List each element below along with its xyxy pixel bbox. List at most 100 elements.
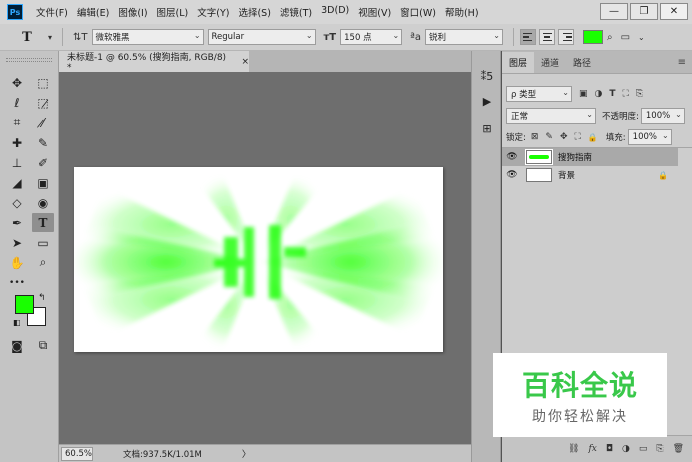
chevron-down-icon: ⌄ — [493, 31, 500, 40]
lock-position-icon[interactable]: ✥ — [560, 132, 568, 142]
character-panel-icon[interactable]: ▭ — [621, 32, 630, 43]
history-panel-icon[interactable]: ⁑5 — [480, 69, 494, 83]
chevron-down-icon: ⌄ — [661, 131, 669, 140]
zoom-level-field[interactable]: 60.5% — [61, 446, 93, 461]
document-tab[interactable]: 未标题-1 @ 60.5% (搜狗指南, RGB/8) * × — [59, 51, 249, 73]
restore-button[interactable]: ❐ — [630, 3, 658, 20]
lock-all-icon[interactable]: 🔒 — [588, 133, 598, 142]
link-layers-icon[interactable]: ⛓ — [568, 444, 579, 454]
blend-mode-select[interactable]: 正常 ⌄ — [506, 108, 596, 124]
quick-mask-icon[interactable]: ◙ — [6, 336, 28, 355]
rectangle-tool-icon[interactable]: ▭ — [32, 233, 54, 252]
history-brush-tool-icon[interactable]: ✐ — [32, 153, 54, 172]
menu-help[interactable]: 帮助(H) — [445, 5, 479, 19]
menu-type[interactable]: 文字(Y) — [197, 5, 229, 19]
properties-panel-icon[interactable]: ⊞ — [480, 121, 494, 135]
canvas-area[interactable] — [59, 72, 471, 444]
menu-filter[interactable]: 滤镜(T) — [280, 5, 312, 19]
close-tab-icon[interactable]: × — [241, 57, 249, 67]
font-family-value: 微软雅黑 — [95, 33, 130, 43]
menu-edit[interactable]: 编辑(E) — [77, 5, 109, 19]
layer-filter-kind-select[interactable]: ρ 类型 ⌄ — [506, 86, 572, 102]
tab-layers[interactable]: 图层 — [502, 52, 535, 73]
new-group-icon[interactable]: ▭ — [639, 444, 648, 454]
chevron-down-icon: ⌄ — [392, 31, 400, 40]
layer-style-icon[interactable]: fx — [588, 444, 596, 454]
lock-transparent-icon[interactable]: ⊠ — [531, 132, 539, 142]
healing-brush-tool-icon[interactable]: ✚ — [6, 133, 28, 152]
smart-object-filter-icon[interactable]: ⎘ — [636, 89, 643, 99]
pen-tool-icon[interactable]: ✒ — [6, 213, 28, 232]
tab-paths[interactable]: 路径 — [566, 52, 598, 73]
delete-layer-icon[interactable]: 🗑 — [673, 444, 684, 454]
layer-row-background[interactable]: 👁 背景 🔒 — [502, 166, 678, 184]
chevron-down-icon[interactable]: ▾ — [48, 33, 52, 42]
layer-thumbnail — [525, 149, 553, 165]
status-menu-arrow-icon[interactable]: 〉 — [242, 447, 251, 460]
adjustment-layer-icon[interactable]: ◑ — [622, 444, 630, 454]
menu-3d[interactable]: 3D(D) — [321, 5, 349, 19]
fill-field[interactable]: 100% ⌄ — [627, 129, 672, 145]
crop-tool-icon[interactable]: ⌗ — [6, 113, 28, 132]
tab-channels[interactable]: 通道 — [534, 52, 566, 73]
quick-selection-tool-icon[interactable]: ⬚̷ — [32, 93, 54, 112]
default-colors-icon[interactable]: ◧ — [13, 318, 21, 327]
brush-tool-icon[interactable]: ✎ — [32, 133, 54, 152]
menu-file[interactable]: 文件(F) — [36, 5, 68, 19]
type-tool-icon[interactable]: T — [32, 213, 54, 232]
font-family-select[interactable]: 微软雅黑 ⌄ — [91, 29, 204, 45]
add-mask-icon[interactable]: ◘ — [606, 444, 613, 454]
menu-image[interactable]: 图像(I) — [118, 5, 147, 19]
screen-mode-icon[interactable]: ⧉ — [32, 336, 54, 355]
antialias-select[interactable]: 锐利 ⌄ — [424, 29, 503, 45]
warp-text-icon[interactable]: ⌕ — [607, 32, 613, 43]
text-color-swatch[interactable] — [582, 30, 603, 44]
blur-tool-icon[interactable]: ◇ — [6, 193, 28, 212]
pixel-filter-icon[interactable]: ▣ — [579, 89, 588, 99]
opacity-label: 不透明度: — [602, 112, 639, 122]
chevron-down-icon: ⌄ — [562, 88, 569, 97]
swap-colors-icon[interactable]: ↰ — [38, 293, 46, 303]
layer-row-text[interactable]: 👁 搜狗指南 — [502, 148, 678, 166]
chevron-down-icon[interactable]: ⌄ — [638, 33, 645, 42]
eraser-tool-icon[interactable]: ◢ — [6, 173, 28, 192]
align-center-button[interactable] — [538, 29, 555, 45]
align-right-button[interactable] — [557, 29, 574, 45]
type-filter-icon[interactable]: T — [609, 89, 615, 99]
menu-select[interactable]: 选择(S) — [238, 5, 270, 19]
lock-pixels-icon[interactable]: ✎ — [545, 132, 553, 142]
new-layer-icon[interactable]: ⎘ — [656, 444, 663, 454]
menu-layer[interactable]: 图层(L) — [157, 5, 189, 19]
minimize-button[interactable]: — — [600, 3, 628, 20]
opacity-field[interactable]: 100% ⌄ — [640, 108, 685, 124]
more-tools-icon[interactable]: ••• — [6, 273, 28, 292]
foreground-color-swatch[interactable] — [15, 295, 34, 314]
hand-tool-icon[interactable]: ✋ — [6, 253, 28, 272]
path-selection-tool-icon[interactable]: ➤ — [6, 233, 28, 252]
document-canvas[interactable] — [74, 167, 443, 352]
menu-view[interactable]: 视图(V) — [358, 5, 391, 19]
menu-window[interactable]: 窗口(W) — [400, 5, 436, 19]
actions-panel-icon[interactable]: ▶ — [480, 94, 494, 108]
text-orientation-icon[interactable]: ⇅T — [73, 32, 88, 43]
eyedropper-tool-icon[interactable]: ⁄̷ — [32, 113, 54, 132]
adjustment-filter-icon[interactable]: ◑ — [595, 89, 603, 99]
visibility-eye-icon[interactable]: 👁 — [502, 152, 522, 162]
zoom-tool-icon[interactable]: ⌕ — [32, 253, 54, 272]
move-tool-icon[interactable]: ✥ — [6, 73, 28, 92]
type-tool-preset-icon[interactable]: T — [10, 30, 44, 45]
align-left-button[interactable] — [519, 29, 536, 45]
font-size-select[interactable]: 150 点 ⌄ — [340, 29, 403, 45]
panel-menu-icon[interactable]: ≡ — [678, 57, 686, 68]
lasso-tool-icon[interactable]: ℓ — [6, 93, 28, 112]
font-style-select[interactable]: Regular ⌄ — [207, 29, 316, 45]
visibility-eye-icon[interactable]: 👁 — [502, 170, 522, 180]
shape-filter-icon[interactable]: ⛶ — [623, 89, 629, 99]
marquee-tool-icon[interactable]: ⬚ — [32, 73, 54, 92]
close-button[interactable]: ✕ — [660, 3, 688, 20]
clone-stamp-tool-icon[interactable]: ⊥ — [6, 153, 28, 172]
lock-artboard-icon[interactable]: ⛶ — [575, 132, 581, 142]
dodge-tool-icon[interactable]: ◉ — [32, 193, 54, 212]
panel-grip[interactable] — [6, 58, 52, 62]
gradient-tool-icon[interactable]: ▣ — [32, 173, 54, 192]
